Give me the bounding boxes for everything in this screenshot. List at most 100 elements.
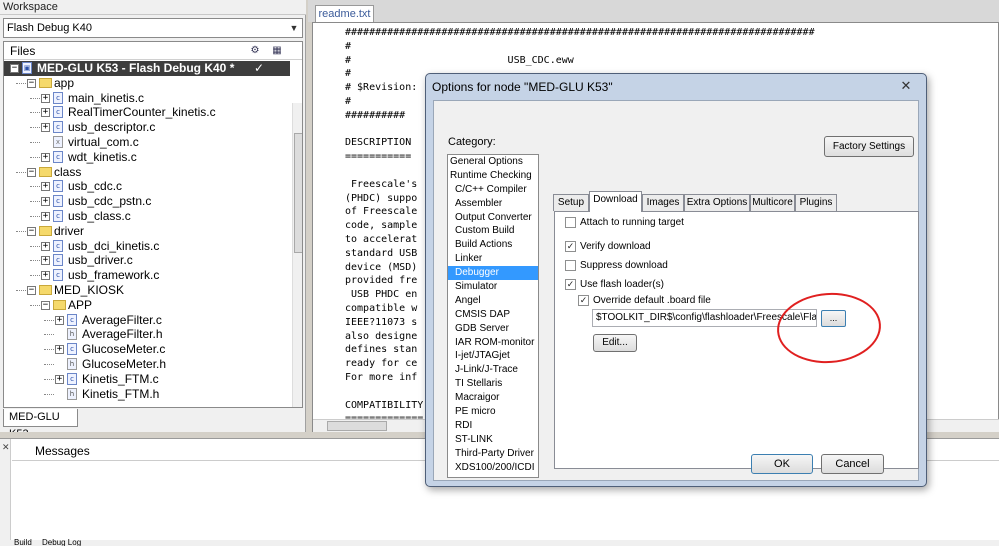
factory-settings-button[interactable]: Factory Settings	[824, 136, 914, 157]
tab-download[interactable]: Download	[589, 191, 642, 212]
tree-file-item[interactable]: + c usb_cdc_pstn.c	[4, 194, 290, 209]
expand-icon[interactable]: +	[41, 182, 50, 192]
expand-icon[interactable]: +	[41, 241, 50, 251]
tree-scrollbar[interactable]	[292, 103, 302, 407]
configuration-dropdown[interactable]: Flash Debug K40 ▼	[3, 18, 303, 38]
tree-file-item[interactable]: + c AverageFilter.c	[4, 313, 290, 328]
tab-images[interactable]: Images	[642, 194, 684, 211]
category-item[interactable]: GDB Server	[448, 322, 538, 336]
tree-file-item[interactable]: + c main_kinetis.c	[4, 91, 290, 106]
expand-icon[interactable]: +	[41, 123, 50, 133]
expand-icon[interactable]: +	[41, 256, 50, 266]
tree-folder-item[interactable]: − MED_KIOSK	[4, 283, 290, 298]
category-item[interactable]: Output Converter	[448, 211, 538, 225]
tree-folder-item[interactable]: − class	[4, 165, 290, 180]
tree-folder-item[interactable]: − app	[4, 76, 290, 91]
flash-loader-label: Use flash loader(s)	[580, 279, 664, 290]
collapse-icon[interactable]: −	[27, 78, 36, 88]
category-item[interactable]: Debugger	[448, 266, 538, 281]
expand-icon[interactable]: +	[55, 345, 64, 355]
close-icon[interactable]: ✕	[2, 442, 10, 453]
tree-file-item[interactable]: + c usb_driver.c	[4, 253, 290, 268]
tree-file-item[interactable]: + c usb_descriptor.c	[4, 120, 290, 135]
edit-button[interactable]: Edit...	[593, 334, 637, 352]
expand-icon[interactable]: +	[41, 197, 50, 207]
tree-project-item[interactable]: − ▣ MED-GLU K53 - Flash Debug K40 * ✓	[4, 61, 290, 76]
category-item[interactable]: CMSIS DAP	[448, 308, 538, 322]
chevron-down-icon[interactable]: ▼	[286, 19, 302, 37]
c-file-icon: c	[53, 239, 63, 252]
tab-debug-log[interactable]: Debug Log	[42, 539, 81, 546]
collapse-icon[interactable]: −	[27, 285, 36, 295]
expand-icon[interactable]: +	[41, 152, 50, 162]
category-item[interactable]: Runtime Checking	[448, 169, 538, 183]
category-item[interactable]: RDI	[448, 419, 538, 433]
tree-folder-item[interactable]: − driver	[4, 224, 290, 239]
tab-extra-options[interactable]: Extra Options	[684, 194, 750, 211]
category-item[interactable]: Assembler	[448, 197, 538, 211]
tree-file-item[interactable]: + c Kinetis_FTM.c	[4, 372, 290, 387]
expand-icon[interactable]: +	[41, 211, 50, 221]
category-item[interactable]: IAR ROM-monitor	[448, 336, 538, 350]
collapse-icon[interactable]: −	[27, 167, 36, 177]
category-item[interactable]: TI Stellaris	[448, 377, 538, 391]
tree-file-item[interactable]: + c GlucoseMeter.c	[4, 342, 290, 357]
expand-icon[interactable]: +	[41, 271, 50, 281]
tab-plugins[interactable]: Plugins	[795, 194, 837, 211]
category-item[interactable]: Linker	[448, 252, 538, 266]
tree-file-item[interactable]: + c usb_dci_kinetis.c	[4, 239, 290, 254]
tree-file-item[interactable]: + c RealTimerCounter_kinetis.c	[4, 105, 290, 120]
category-item[interactable]: Custom Build	[448, 224, 538, 238]
tab-multicore[interactable]: Multicore	[750, 194, 795, 211]
tree-file-item[interactable]: h GlucoseMeter.h	[4, 357, 290, 372]
tree-item-label: usb_framework.c	[68, 268, 160, 283]
tree-connector	[16, 289, 26, 291]
tree-item-label: usb_cdc_pstn.c	[68, 194, 152, 209]
tree-file-item[interactable]: h Kinetis_FTM.h	[4, 387, 290, 402]
tree-file-item[interactable]: h AverageFilter.h	[4, 327, 290, 342]
collapse-icon[interactable]: −	[41, 300, 50, 310]
expand-icon[interactable]: +	[41, 93, 50, 103]
category-item[interactable]: XDS100/200/ICDI	[448, 461, 538, 475]
override-board-checkbox[interactable]: ✓	[578, 295, 589, 306]
workspace-tab[interactable]: MED-GLU K53	[3, 409, 78, 440]
tree-file-item[interactable]: + c wdt_kinetis.c	[4, 150, 290, 165]
collapse-icon[interactable]: −	[10, 64, 19, 73]
scrollbar-thumb[interactable]	[327, 421, 387, 431]
category-item[interactable]: J-Link/J-Trace	[448, 363, 538, 377]
tree-folder-item[interactable]: − APP	[4, 298, 290, 313]
scrollbar-thumb[interactable]	[294, 133, 302, 253]
cancel-button[interactable]: Cancel	[821, 454, 884, 474]
expand-icon[interactable]: +	[41, 108, 50, 118]
tree-file-item[interactable]: + c usb_class.c	[4, 209, 290, 224]
category-item[interactable]: Macraigor	[448, 391, 538, 405]
ok-button[interactable]: OK	[751, 454, 813, 474]
category-item[interactable]: Simulator	[448, 280, 538, 294]
expand-icon[interactable]: +	[55, 315, 64, 325]
verify-download-checkbox[interactable]: ✓	[565, 241, 576, 252]
workspace-title: Workspace	[0, 0, 306, 15]
tab-build[interactable]: Build	[14, 539, 32, 546]
category-item[interactable]: ST-LINK	[448, 433, 538, 447]
category-item[interactable]: Third-Party Driver	[448, 447, 538, 461]
flash-loader-checkbox[interactable]: ✓	[565, 279, 576, 290]
suppress-download-checkbox[interactable]	[565, 260, 576, 271]
category-item[interactable]: Angel	[448, 294, 538, 308]
category-item[interactable]: C/C++ Compiler	[448, 183, 538, 197]
tab-setup[interactable]: Setup	[553, 194, 589, 211]
category-item[interactable]: Build Actions	[448, 238, 538, 252]
tree-file-item[interactable]: + c usb_cdc.c	[4, 179, 290, 194]
tab-readme[interactable]: readme.txt	[315, 5, 374, 22]
tree-file-item[interactable]: x virtual_com.c	[4, 135, 290, 150]
category-item[interactable]: PE micro	[448, 405, 538, 419]
collapse-icon[interactable]: −	[27, 226, 36, 236]
category-item[interactable]: I-jet/JTAGjet	[448, 349, 538, 363]
expand-icon[interactable]: +	[55, 374, 64, 384]
attach-checkbox[interactable]	[565, 217, 576, 228]
tree-file-item[interactable]: + c usb_framework.c	[4, 268, 290, 283]
category-list[interactable]: General Options Runtime Checking C/C++ Com…	[447, 154, 539, 478]
settings-icon[interactable]: ⚙	[248, 44, 262, 57]
close-icon[interactable]: ✕	[897, 78, 915, 94]
category-item[interactable]: General Options	[448, 155, 538, 169]
build-status-icon[interactable]: ▦	[270, 44, 284, 57]
